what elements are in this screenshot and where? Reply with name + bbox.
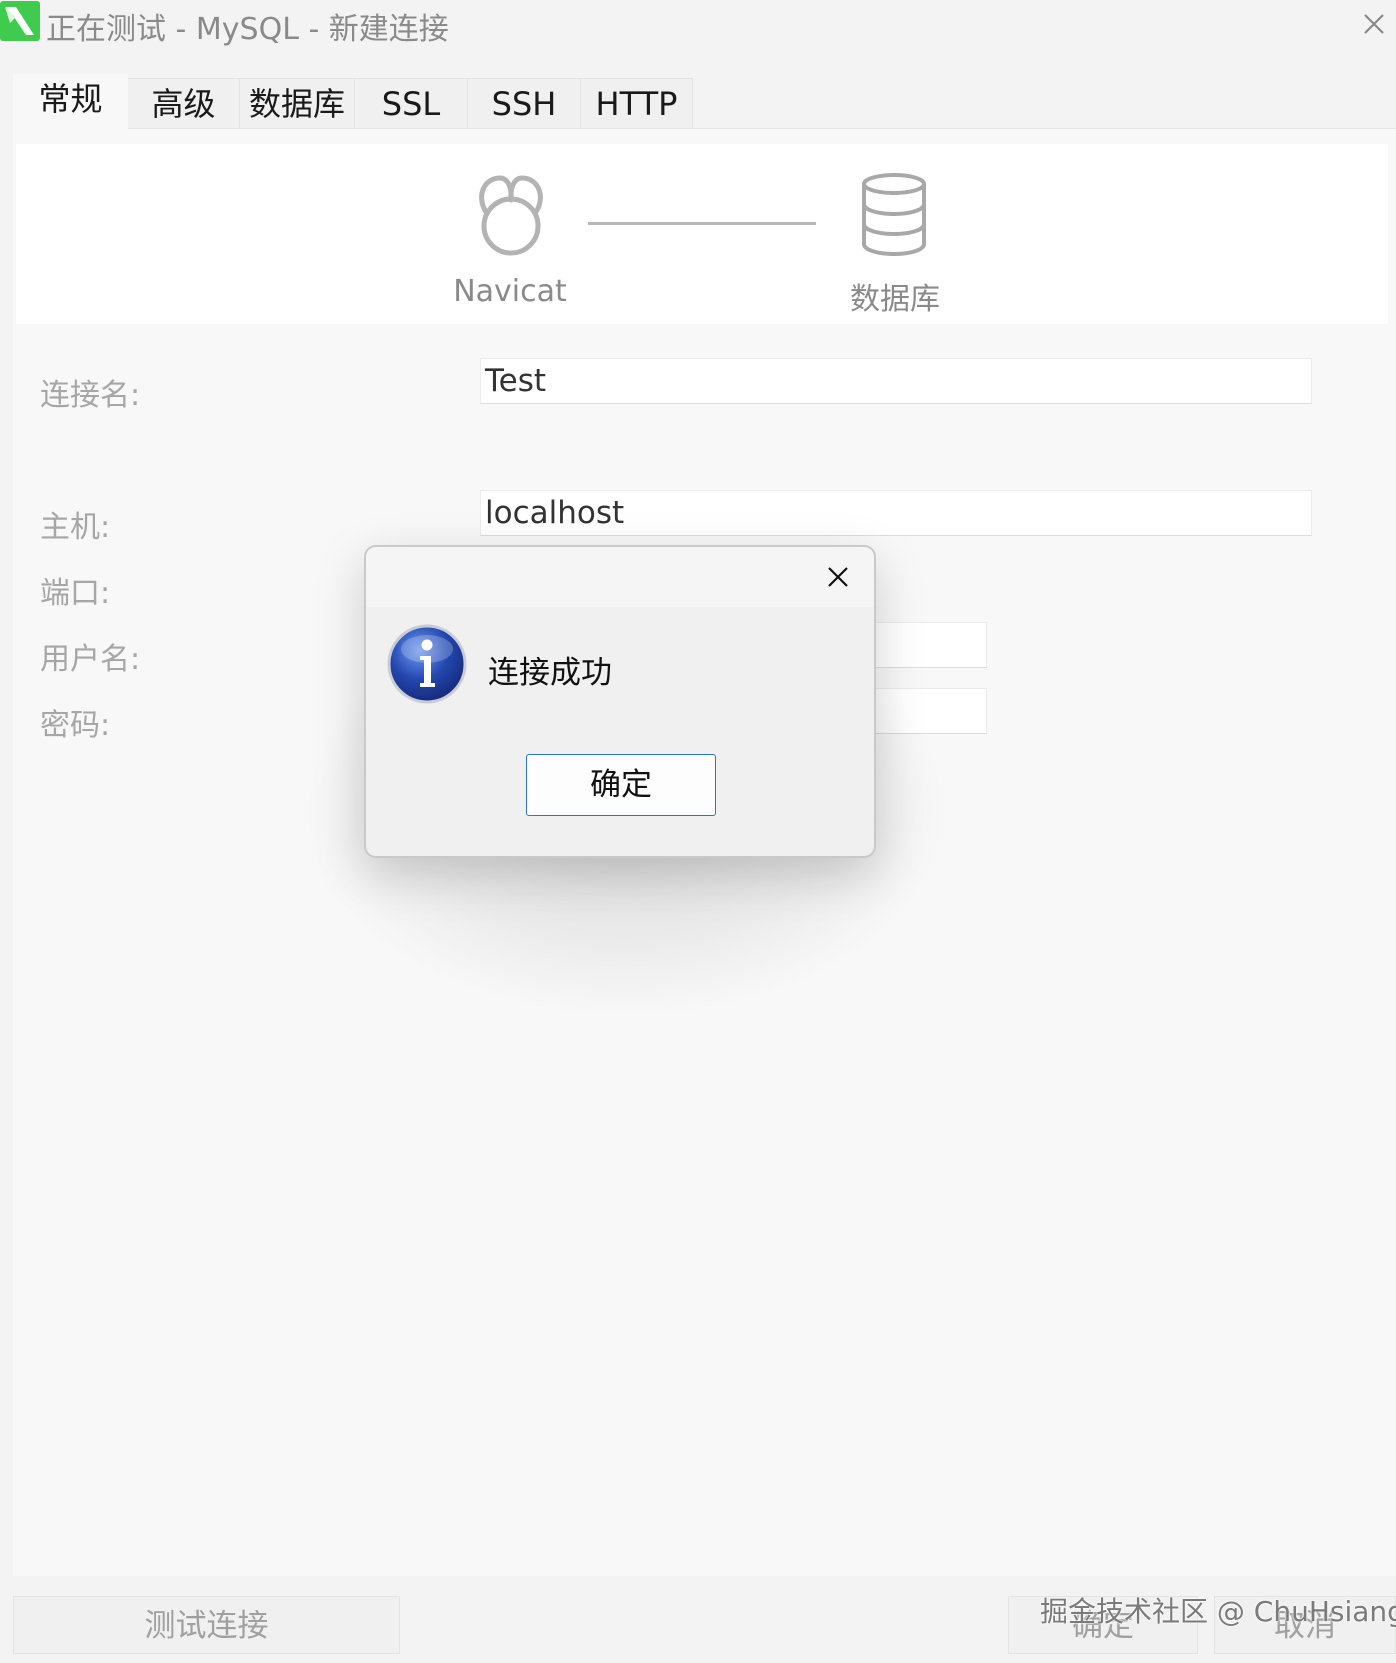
- navicat-label: Navicat: [453, 274, 567, 309]
- dialog-header: [366, 547, 874, 607]
- connection-success-dialog: 连接成功 确定: [364, 545, 876, 858]
- title-bar: 正在测试 - MySQL - 新建连接: [0, 0, 1396, 52]
- connection-banner: [16, 144, 1388, 324]
- port-label: 端口:: [40, 576, 111, 611]
- navicat-mysql-app-icon: [0, 1, 40, 41]
- info-icon: [387, 624, 467, 704]
- window-close-icon[interactable]: [1356, 6, 1392, 42]
- host-label: 主机:: [40, 510, 111, 545]
- password-label: 密码:: [40, 708, 111, 743]
- dialog-close-icon[interactable]: [820, 559, 856, 595]
- connection-name-label: 连接名:: [40, 378, 141, 413]
- tab-ssh[interactable]: SSH: [467, 78, 581, 129]
- tab-database[interactable]: 数据库: [239, 78, 355, 129]
- host-input[interactable]: localhost: [480, 490, 1312, 536]
- database-label: 数据库: [850, 282, 940, 317]
- dialog-message: 连接成功: [488, 655, 612, 691]
- test-connection-button[interactable]: 测试连接: [13, 1596, 400, 1654]
- tab-general[interactable]: 常规: [13, 74, 128, 130]
- username-label: 用户名:: [40, 642, 141, 677]
- navicat-logo-icon: [479, 175, 543, 256]
- database-icon: [862, 173, 926, 256]
- connection-name-input[interactable]: Test: [480, 358, 1312, 404]
- tab-ssl[interactable]: SSL: [354, 78, 468, 129]
- watermark: 掘金技术社区 @ ChuHsiang: [1040, 1595, 1396, 1628]
- tab-http[interactable]: HTTP: [580, 78, 693, 129]
- tab-advanced[interactable]: 高级: [127, 78, 240, 129]
- window-title: 正在测试 - MySQL - 新建连接: [46, 12, 449, 47]
- dialog-ok-button[interactable]: 确定: [526, 754, 716, 816]
- connection-line: [588, 222, 816, 225]
